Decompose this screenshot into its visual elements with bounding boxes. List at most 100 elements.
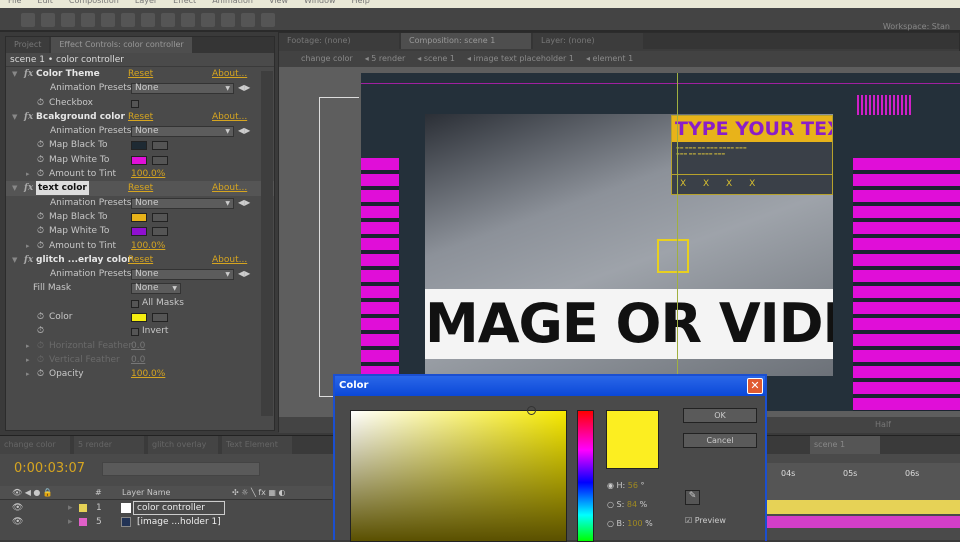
crumb[interactable]: image text placeholder 1: [474, 54, 574, 63]
property-value[interactable]: 100.0%: [131, 239, 165, 253]
puppet-tool-icon[interactable]: [261, 13, 275, 27]
eyedropper-icon[interactable]: [152, 313, 168, 323]
label-color[interactable]: [79, 518, 87, 526]
crumb[interactable]: 5 render: [371, 54, 405, 63]
hue-field[interactable]: ◉ H: 56 °: [607, 481, 645, 490]
eyedropper-icon[interactable]: [152, 155, 168, 165]
resolution-dropdown[interactable]: Half: [875, 420, 891, 429]
dropdown[interactable]: None: [131, 83, 234, 95]
preset-nav-arrows[interactable]: ◀▶: [238, 124, 250, 138]
menu-item[interactable]: File: [8, 0, 21, 5]
layer-name[interactable]: color controller: [133, 501, 225, 515]
property-value[interactable]: 100.0%: [131, 367, 165, 381]
current-time[interactable]: 0:00:03:07: [14, 461, 85, 476]
stopwatch-icon[interactable]: ⏱: [37, 224, 44, 238]
eyedropper-icon[interactable]: [152, 227, 168, 237]
eyedropper-icon[interactable]: [152, 141, 168, 151]
layer-row[interactable]: 👁 ▸ 5 [image ...holder 1]: [0, 515, 332, 529]
property-value[interactable]: 0.0: [131, 353, 145, 367]
timeline-tab[interactable]: Text Element: [222, 436, 292, 454]
reset-link[interactable]: Reset: [128, 181, 153, 195]
visibility-eye-icon[interactable]: 👁: [12, 501, 23, 515]
reset-link[interactable]: Reset: [128, 67, 153, 81]
about-link[interactable]: About...: [212, 253, 247, 267]
color-swatch[interactable]: [131, 313, 147, 323]
expand-arrow-icon[interactable]: ▸: [26, 353, 30, 367]
dropdown[interactable]: None: [131, 126, 234, 138]
dropdown[interactable]: None: [131, 269, 234, 281]
clone-tool-icon[interactable]: [221, 13, 235, 27]
brush-tool-icon[interactable]: [201, 13, 215, 27]
color-swatch[interactable]: [131, 155, 147, 165]
camera-tool-icon[interactable]: [101, 13, 115, 27]
fx-icon[interactable]: fx: [24, 67, 33, 81]
collapse-arrow-icon[interactable]: ▼: [12, 253, 17, 267]
expand-arrow-icon[interactable]: ▸: [26, 339, 30, 353]
collapse-arrow-icon[interactable]: ▼: [12, 67, 17, 81]
menu-item[interactable]: View: [269, 0, 288, 5]
brightness-field[interactable]: ○ B: 100 %: [607, 519, 653, 528]
preview-checkbox[interactable]: ☑ Preview: [685, 516, 726, 525]
saturation-brightness-field[interactable]: [350, 406, 567, 542]
scrollbar[interactable]: [261, 71, 273, 416]
ok-button[interactable]: OK: [683, 408, 757, 423]
timeline-tab-active[interactable]: scene 1: [810, 436, 880, 454]
composition-viewer[interactable]: MAGE OR VIDE TYPE YOUR TEXT ▬▬ ▬▬▬ ▬▬ ▬▬…: [361, 73, 960, 411]
workspace-label[interactable]: Workspace: Stan: [883, 22, 950, 31]
stopwatch-icon[interactable]: ⏱: [37, 324, 44, 338]
about-link[interactable]: About...: [212, 67, 247, 81]
timeline-tab[interactable]: change color: [0, 436, 70, 454]
stopwatch-icon[interactable]: ⏱: [37, 138, 44, 152]
layer-name[interactable]: [image ...holder 1]: [133, 515, 221, 529]
effect-header[interactable]: ▼ fx glitch ...erlay color Reset About...: [6, 253, 274, 267]
visibility-eye-icon[interactable]: 👁: [12, 515, 23, 529]
stopwatch-icon[interactable]: ⏱: [37, 310, 44, 324]
property-value[interactable]: 100.0%: [131, 167, 165, 181]
checkbox[interactable]: [131, 328, 139, 337]
layer-row[interactable]: 👁 ▸ 1 color controller: [0, 501, 332, 515]
preset-nav-arrows[interactable]: ◀▶: [238, 196, 250, 210]
menu-item[interactable]: Composition: [69, 0, 119, 5]
fx-icon[interactable]: fx: [24, 181, 33, 195]
selection-tool-icon[interactable]: [21, 13, 35, 27]
expand-arrow-icon[interactable]: ▸: [68, 515, 73, 529]
cancel-button[interactable]: Cancel: [683, 433, 757, 448]
stopwatch-icon[interactable]: ⏱: [37, 167, 44, 181]
stopwatch-icon[interactable]: ⏱: [37, 239, 44, 253]
effect-header[interactable]: ▼ fx Color Theme Reset About...: [6, 67, 274, 81]
tab-effect-controls[interactable]: Effect Controls: color controller: [51, 37, 192, 53]
col-layer-name[interactable]: Layer Name: [122, 486, 170, 500]
effect-header[interactable]: ▼ fx text color Reset About...: [6, 181, 274, 196]
crumb[interactable]: element 1: [593, 54, 634, 63]
text-tool-icon[interactable]: [181, 13, 195, 27]
tab-composition[interactable]: Composition: scene 1: [401, 33, 531, 49]
layer-search-input[interactable]: [102, 462, 260, 476]
layer-bar[interactable]: [767, 500, 960, 514]
selected-layer-handles[interactable]: [657, 239, 689, 273]
rotate-tool-icon[interactable]: [81, 13, 95, 27]
hue-value[interactable]: 56: [628, 481, 638, 490]
stopwatch-icon[interactable]: ⏱: [37, 367, 44, 381]
menu-item[interactable]: Help: [352, 0, 370, 5]
about-link[interactable]: About...: [212, 110, 247, 124]
saturation-field[interactable]: ○ S: 84 %: [607, 500, 647, 509]
collapse-arrow-icon[interactable]: ▼: [12, 110, 17, 124]
checkbox[interactable]: [131, 99, 139, 108]
eyedropper-icon[interactable]: ✎: [685, 490, 700, 505]
tab-footage[interactable]: Footage: (none): [279, 33, 399, 49]
menu-item[interactable]: Effect: [173, 0, 196, 5]
color-picker-cursor[interactable]: [527, 406, 536, 415]
effect-header[interactable]: ▼ fx Bcakground color Reset About...: [6, 110, 274, 124]
timeline-tab[interactable]: glitch overlay: [148, 436, 218, 454]
color-swatch[interactable]: [131, 212, 147, 222]
tab-project[interactable]: Project: [6, 37, 50, 53]
dropdown[interactable]: None: [131, 197, 234, 209]
crumb[interactable]: change color: [301, 54, 353, 63]
reset-link[interactable]: Reset: [128, 253, 153, 267]
expand-arrow-icon[interactable]: ▸: [26, 367, 30, 381]
about-link[interactable]: About...: [212, 181, 247, 195]
expand-arrow-icon[interactable]: ▸: [26, 239, 30, 253]
pen-tool-icon[interactable]: [161, 13, 175, 27]
preset-nav-arrows[interactable]: ◀▶: [238, 267, 250, 281]
menu-item[interactable]: Layer: [135, 0, 157, 5]
